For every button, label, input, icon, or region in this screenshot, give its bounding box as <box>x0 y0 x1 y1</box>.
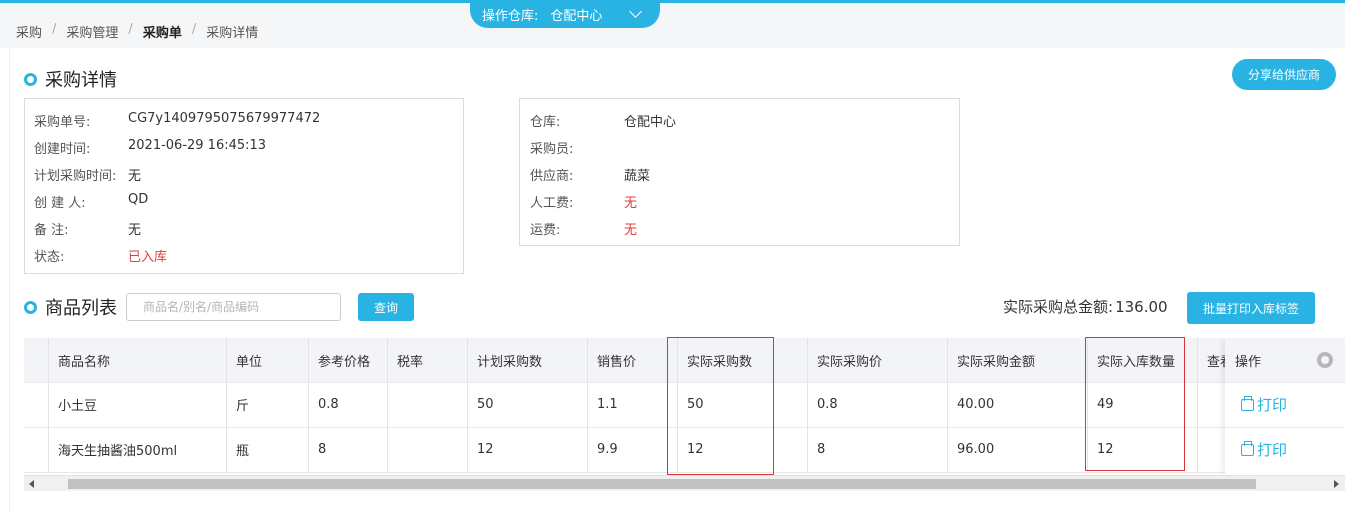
cell-unit: 斤 <box>236 399 250 414</box>
info-value: QD <box>128 192 149 207</box>
cell-tax <box>387 382 397 427</box>
info-labor-fee: 人工费: 无 <box>530 192 637 211</box>
warehouse-selector-value: 仓配中心 <box>550 8 603 24</box>
scroll-right-arrow-icon[interactable] <box>1334 480 1339 488</box>
info-buyer: 采购员: <box>530 138 573 157</box>
cell-ref-price: 0.8 <box>318 397 339 412</box>
horizontal-scrollbar[interactable] <box>24 475 1345 491</box>
total-amount-label: 实际采购总金额: <box>1003 298 1114 316</box>
col-header-actual-amount: 实际采购金额 <box>957 354 1036 370</box>
info-value: 无 <box>624 196 638 211</box>
cell-sale-price: 9.9 <box>597 442 618 457</box>
section-dot-icon <box>24 72 37 86</box>
cell-actual-amount: 96.00 <box>957 442 995 457</box>
info-status: 状态: 已入库 <box>34 246 167 265</box>
cell-unit: 瓶 <box>236 444 250 459</box>
col-header-action: 操作 <box>1235 354 1262 370</box>
col-header-unit: 单位 <box>236 354 263 370</box>
left-edge <box>0 48 10 511</box>
goods-section-title: 商品列表 <box>24 294 117 320</box>
info-warehouse: 仓库: 仓配中心 <box>530 111 676 130</box>
printer-icon <box>1241 440 1254 456</box>
share-to-supplier-button[interactable]: 分享给供应商 <box>1232 59 1336 90</box>
detail-info-right <box>519 98 960 246</box>
cell-ref-price: 8 <box>318 442 327 457</box>
batch-print-labels-button[interactable]: 批量打印入库标签 <box>1187 292 1315 324</box>
chevron-down-icon <box>629 5 642 18</box>
warehouse-selector-label: 操作仓库: <box>482 8 539 24</box>
col-header-plan-qty: 计划采购数 <box>477 354 543 370</box>
info-value: 无 <box>128 223 142 238</box>
breadcrumb-separator: / <box>128 22 133 37</box>
goods-search-input[interactable] <box>126 293 341 321</box>
cell-name: 小土豆 <box>58 399 98 414</box>
col-header-tax: 税率 <box>397 354 424 370</box>
col-header-sale-price: 销售价 <box>597 354 637 370</box>
col-header-name: 商品名称 <box>58 354 111 370</box>
scrollbar-thumb[interactable] <box>68 479 1256 489</box>
breadcrumb-separator: / <box>52 22 57 37</box>
gear-icon[interactable] <box>1317 352 1333 368</box>
print-link-label: 打印 <box>1257 441 1288 459</box>
info-remark: 备 注: 无 <box>34 219 141 238</box>
info-freight: 运费: 无 <box>530 219 637 238</box>
breadcrumb-item[interactable]: 采购 <box>16 22 42 41</box>
print-link[interactable]: 打印 <box>1231 382 1287 427</box>
info-label: 仓库: <box>530 115 561 130</box>
info-value: 无 <box>624 223 638 238</box>
breadcrumb-item-current: 采购详情 <box>206 26 259 41</box>
info-label: 计划采购时间: <box>34 169 117 184</box>
cell-plan-qty: 50 <box>477 397 494 412</box>
cell-tax <box>387 427 397 472</box>
info-creator: 创 建 人: QD <box>34 192 148 211</box>
info-value: CG7y1409795075679977472 <box>128 111 321 126</box>
breadcrumb-item[interactable]: 采购管理 <box>66 22 118 41</box>
info-value: 无 <box>128 169 142 184</box>
breadcrumb: 采购 / 采购管理 / 采购单 / 采购详情 <box>16 22 258 41</box>
info-supplier: 供应商: 蔬菜 <box>530 165 650 184</box>
info-label: 状态: <box>34 250 65 265</box>
cell-plan-qty: 12 <box>477 442 494 457</box>
breadcrumb-separator: / <box>191 22 197 37</box>
col-header-actual-price: 实际采购价 <box>817 354 883 370</box>
info-created-time: 创建时间: 2021-06-29 16:45:13 <box>34 138 266 157</box>
cell-sale-price: 1.1 <box>597 397 618 412</box>
query-button[interactable]: 查询 <box>358 293 414 321</box>
cell-actual-price: 0.8 <box>817 397 838 412</box>
info-label: 采购员: <box>530 142 574 157</box>
printer-icon <box>1241 395 1254 411</box>
info-label: 创建时间: <box>34 142 91 157</box>
info-value: 蔬菜 <box>624 169 651 184</box>
cell-actual-price: 8 <box>817 442 826 457</box>
info-label: 采购单号: <box>34 115 91 130</box>
info-label: 供应商: <box>530 169 574 184</box>
info-order-no: 采购单号: CG7y1409795075679977472 <box>34 111 320 130</box>
col-header-ref-price: 参考价格 <box>318 354 371 370</box>
status-badge: 已入库 <box>128 250 168 265</box>
total-amount-value: 136.00 <box>1115 298 1168 316</box>
goods-title-text: 商品列表 <box>45 298 117 319</box>
cell-name: 海天生抽酱油500ml <box>58 444 178 459</box>
print-link-label: 打印 <box>1257 396 1288 414</box>
detail-title-text: 采购详情 <box>45 70 117 91</box>
highlight-box-actual-qty <box>667 337 774 475</box>
breadcrumb-item[interactable]: 采购单 <box>143 22 182 41</box>
section-dot-icon <box>24 300 37 314</box>
fixed-action-column: 操作 打印 打印 <box>1225 338 1345 474</box>
cell-actual-amount: 40.00 <box>957 397 995 412</box>
info-label: 创 建 人: <box>34 196 86 211</box>
detail-section-title: 采购详情 <box>24 66 117 92</box>
highlight-box-in-qty <box>1085 337 1185 471</box>
print-link[interactable]: 打印 <box>1231 427 1287 472</box>
info-label: 人工费: <box>530 196 574 211</box>
scroll-left-arrow-icon[interactable] <box>29 480 34 488</box>
info-label: 运费: <box>530 223 561 238</box>
info-label: 备 注: <box>34 223 69 238</box>
info-value: 仓配中心 <box>624 115 677 130</box>
total-amount: 实际采购总金额: 136.00 <box>1003 296 1168 317</box>
top-accent-line <box>0 0 1345 3</box>
warehouse-selector[interactable]: 操作仓库: 仓配中心 <box>470 0 660 28</box>
info-value: 2021-06-29 16:45:13 <box>128 138 267 153</box>
info-planned-time: 计划采购时间: 无 <box>34 165 141 184</box>
